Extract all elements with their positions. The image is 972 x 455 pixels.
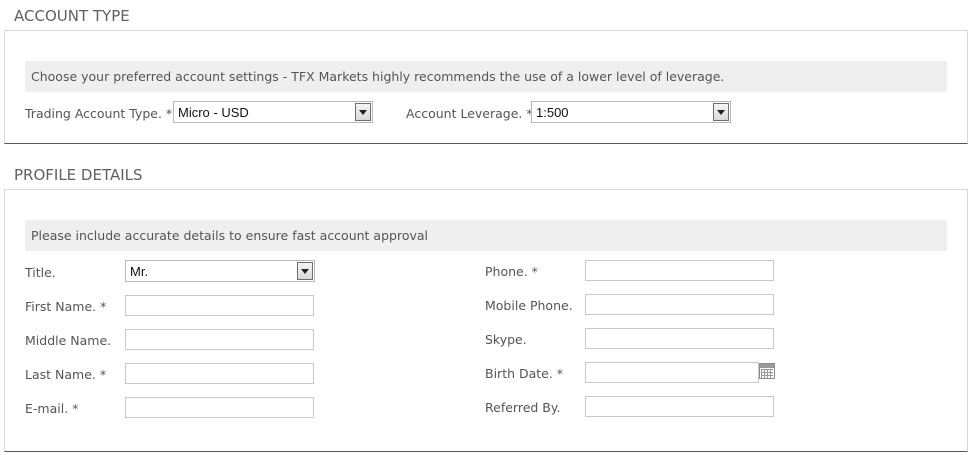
last-name-label: Last Name. * bbox=[25, 367, 107, 382]
chevron-down-icon[interactable] bbox=[297, 262, 313, 280]
trading-account-type-select[interactable]: Micro - USD bbox=[173, 101, 373, 123]
chevron-down-icon[interactable] bbox=[713, 103, 729, 121]
trading-account-type-label: Trading Account Type. * bbox=[25, 106, 173, 121]
calendar-grid-icon bbox=[761, 369, 773, 378]
trading-account-type-value: Micro - USD bbox=[178, 105, 249, 120]
title-select[interactable]: Mr. bbox=[125, 260, 315, 282]
calendar-icon[interactable] bbox=[759, 363, 775, 379]
middle-name-label: Middle Name. bbox=[25, 333, 112, 348]
middle-name-field[interactable] bbox=[125, 329, 314, 350]
referred-by-field[interactable] bbox=[585, 396, 774, 417]
first-name-label: First Name. * bbox=[25, 299, 107, 314]
mobile-phone-field[interactable] bbox=[585, 294, 774, 315]
account-type-panel: Choose your preferred account settings -… bbox=[4, 30, 968, 144]
email-field[interactable] bbox=[125, 397, 314, 418]
referred-by-label: Referred By. bbox=[485, 400, 561, 415]
skype-label: Skype. bbox=[485, 332, 527, 347]
account-leverage-select[interactable]: 1:500 bbox=[531, 101, 731, 123]
first-name-field[interactable] bbox=[125, 295, 314, 316]
calendar-header-icon bbox=[760, 364, 774, 368]
profile-info: Please include accurate details to ensur… bbox=[25, 220, 947, 251]
last-name-field[interactable] bbox=[125, 363, 314, 384]
phone-label: Phone. * bbox=[485, 264, 538, 279]
account-type-heading: ACCOUNT TYPE bbox=[14, 7, 130, 25]
profile-details-heading: PROFILE DETAILS bbox=[14, 166, 143, 184]
birth-date-label: Birth Date. * bbox=[485, 366, 564, 381]
email-label: E-mail. * bbox=[25, 401, 79, 416]
skype-field[interactable] bbox=[585, 328, 774, 349]
account-leverage-value: 1:500 bbox=[536, 105, 569, 120]
title-value: Mr. bbox=[130, 264, 149, 279]
birth-date-field[interactable] bbox=[585, 362, 759, 383]
mobile-phone-label: Mobile Phone. bbox=[485, 298, 573, 313]
chevron-down-icon[interactable] bbox=[355, 103, 371, 121]
phone-field[interactable] bbox=[585, 260, 774, 281]
account-type-info: Choose your preferred account settings -… bbox=[25, 61, 947, 92]
profile-details-panel: Please include accurate details to ensur… bbox=[4, 189, 968, 452]
title-label: Title. bbox=[25, 265, 56, 280]
account-leverage-label: Account Leverage. * bbox=[406, 106, 533, 121]
